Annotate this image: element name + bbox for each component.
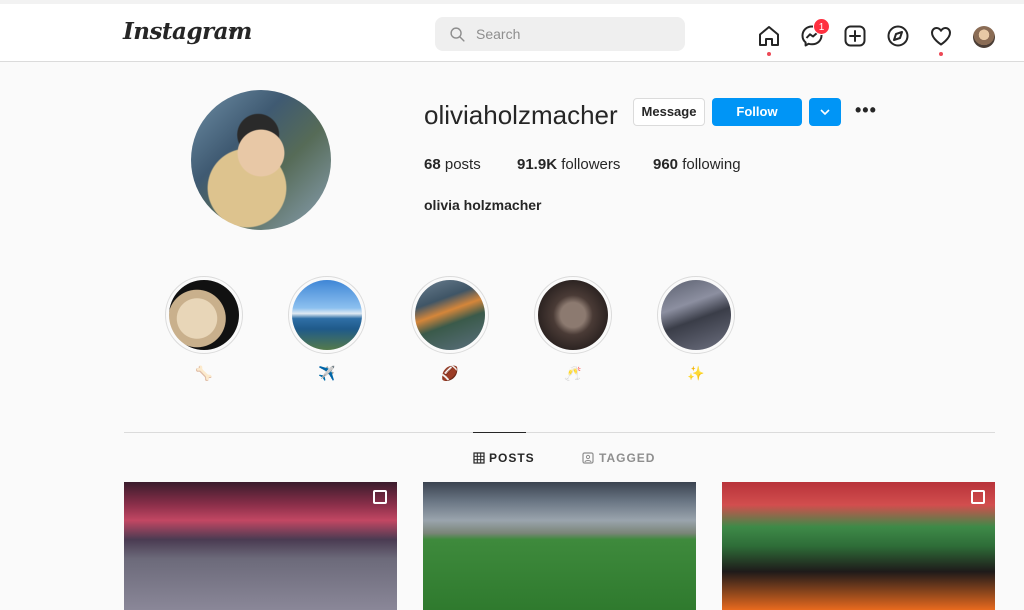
activity-heart-icon[interactable] [929,24,953,48]
profile-tabs-divider [124,432,995,433]
followers-stat[interactable]: 91.9K followers [517,156,620,173]
highlight-label: ✨ [687,365,705,381]
activity-notification-dot [939,52,943,56]
home-icon[interactable] [757,24,781,48]
chevron-down-icon[interactable] [228,26,238,36]
following-count: 960 [653,156,679,173]
story-highlight-4[interactable] [534,276,612,354]
highlight-cover [169,280,239,350]
search-input[interactable]: Search [435,17,685,51]
messenger-badge: 1 [813,18,830,35]
story-highlight-2[interactable] [288,276,366,354]
profile-avatar-icon[interactable] [973,26,995,48]
suggested-dropdown-button[interactable] [809,98,841,126]
new-post-icon[interactable] [843,24,867,48]
tagged-icon [582,452,594,464]
tab-posts[interactable]: POSTS [489,451,535,465]
multiple-photos-icon [971,490,985,504]
profile-username: oliviaholzmacher [424,100,618,130]
explore-compass-icon[interactable] [886,24,910,48]
posts-stat: 68 posts [424,156,481,173]
message-button[interactable]: Message [633,98,705,126]
posts-label: posts [444,156,481,173]
highlight-label: 🦴 [195,365,213,381]
story-highlight-5[interactable] [657,276,735,354]
highlight-cover [292,280,362,350]
following-label: following [682,156,741,173]
following-stat[interactable]: 960 following [653,156,741,173]
highlight-cover [538,280,608,350]
follow-button[interactable]: Follow [712,98,802,126]
search-icon [450,27,465,42]
profile-full-name: olivia holzmacher [424,197,542,213]
post-thumbnail[interactable] [423,482,696,610]
home-notification-dot [767,52,771,56]
tab-tagged[interactable]: TAGGED [599,451,655,465]
followers-label: followers [561,156,621,173]
highlight-label: ✈️ [318,365,336,381]
followers-count: 91.9K [517,156,558,173]
profile-avatar[interactable] [191,90,331,230]
active-tab-indicator [473,432,526,433]
highlight-label: 🏈 [441,365,459,381]
posts-count: 68 [424,156,441,173]
highlight-cover [415,280,485,350]
search-placeholder: Search [476,26,521,42]
highlight-label: 🥂 [564,365,582,381]
highlight-cover [661,280,731,350]
story-highlight-1[interactable] [165,276,243,354]
top-navigation-bar: Instagram Search 1 [0,0,1024,62]
post-thumbnail[interactable] [124,482,397,610]
grid-icon [473,452,485,464]
story-highlight-3[interactable] [411,276,489,354]
more-options-button[interactable]: ••• [855,101,881,122]
multiple-photos-icon [373,490,387,504]
post-thumbnail[interactable] [722,482,995,610]
chevron-down-icon [820,109,830,116]
